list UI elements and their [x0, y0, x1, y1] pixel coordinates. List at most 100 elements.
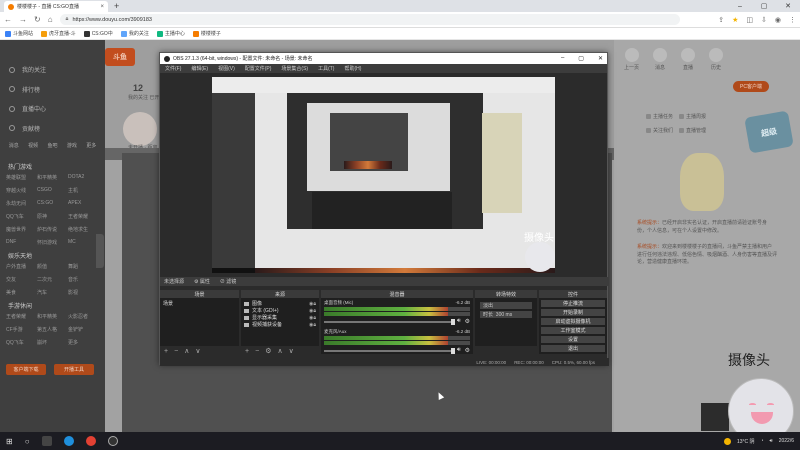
extensions-icon[interactable]: ◫	[746, 16, 753, 24]
shortcut-item[interactable]: 鱼吧	[47, 142, 57, 149]
category-item[interactable]: 和平精英	[37, 174, 68, 181]
douyu-logo[interactable]: 斗鱼	[105, 48, 135, 66]
exit-button[interactable]: 退出	[541, 345, 605, 352]
start-recording-button[interactable]: 开始录制	[541, 309, 605, 316]
virtual-camera-button[interactable]: 启动虚拟摄像机	[541, 318, 605, 325]
sidebar-item-contrib[interactable]: 贡献榜	[0, 119, 105, 139]
browser-tab[interactable]: 楼楼楼子 - 直播 CS:GO直播 ×	[4, 1, 108, 12]
category-item[interactable]: CF手游	[6, 326, 37, 333]
volume-slider[interactable]: 🔊︎ ⚙	[324, 347, 470, 354]
bookmark-star-icon[interactable]: ★	[732, 16, 738, 24]
url-field[interactable]: 🔒︎ https://www.douyu.com/3909183	[59, 14, 680, 25]
forward-icon[interactable]: →	[19, 15, 27, 24]
category-item[interactable]: APEX	[68, 200, 99, 207]
stop-streaming-button[interactable]: 停止推流	[541, 300, 605, 307]
chip[interactable]: 主播任务	[646, 113, 673, 120]
source-item[interactable]: 视频捕获设备 ◉🔒︎	[244, 321, 316, 328]
menu-help[interactable]: 帮助(H)	[344, 65, 361, 72]
shortcut-item[interactable]: 更多	[86, 142, 96, 149]
category-item[interactable]: QQ飞车	[6, 213, 37, 220]
category-item[interactable]: DNF	[6, 239, 37, 246]
download-icon[interactable]: ⇩	[761, 16, 767, 24]
shortcut-item[interactable]: 消息	[9, 142, 19, 149]
visibility-icon[interactable]: ◉🔒︎	[309, 308, 316, 314]
category-item[interactable]: 王者荣耀	[6, 313, 37, 320]
chip[interactable]: 关注我们	[646, 127, 673, 134]
maximize-button[interactable]: ▢	[752, 0, 776, 12]
category-item[interactable]: 主机	[68, 187, 99, 194]
category-item[interactable]: 更多	[68, 339, 99, 346]
category-item[interactable]: 绝地求生	[68, 226, 99, 233]
category-item[interactable]: 和平精英	[37, 313, 68, 320]
category-item[interactable]: 户外直播	[6, 263, 37, 270]
category-item[interactable]: 第五人格	[37, 326, 68, 333]
move-up-icon[interactable]: ∧	[277, 347, 282, 355]
settings-button[interactable]: 设置	[541, 336, 605, 343]
source-item[interactable]: 显示器采集 ◉🔒︎	[244, 314, 316, 321]
home-icon[interactable]: ⌂	[48, 15, 53, 24]
chip[interactable]: 直播管理	[679, 127, 706, 134]
taskview-icon[interactable]	[41, 436, 52, 446]
obs-close-button[interactable]: ✕	[598, 55, 603, 62]
category-item[interactable]: 炉石传说	[37, 226, 68, 233]
menu-file[interactable]: 文件(F)	[165, 65, 181, 72]
move-up-icon[interactable]: ∧	[184, 347, 189, 355]
sidebar-collapse-handle[interactable]	[96, 234, 104, 268]
properties-button[interactable]: ⚙ 属性	[194, 278, 210, 285]
back-icon[interactable]: ←	[4, 15, 12, 24]
category-item[interactable]: 永劫无间	[6, 200, 37, 207]
category-item[interactable]: QQ飞车	[6, 339, 37, 346]
visibility-icon[interactable]: ◉🔒︎	[309, 322, 316, 328]
share-icon[interactable]: ⇪	[718, 16, 724, 24]
category-item[interactable]: CS:GO	[37, 200, 68, 207]
gear-icon[interactable]: ⚙	[265, 347, 271, 355]
transition-select[interactable]: 淡出	[480, 302, 532, 309]
volume-icon[interactable]: 🔊︎	[770, 438, 773, 444]
studio-mode-button[interactable]: 工作室模式	[541, 327, 605, 334]
category-item[interactable]: 崩坏	[37, 339, 68, 346]
right-icon-item[interactable]: 直播	[681, 48, 696, 71]
bookmark-item[interactable]: 楼楼楼子	[192, 30, 221, 37]
category-item[interactable]: 影视	[68, 289, 99, 296]
category-item[interactable]: 汽车	[37, 289, 68, 296]
remove-icon[interactable]: −	[255, 348, 259, 355]
shortcut-item[interactable]: 游戏	[67, 142, 77, 149]
category-item[interactable]: 交友	[6, 276, 37, 283]
bookmark-item[interactable]: 主播中心	[156, 30, 185, 37]
right-icon-item[interactable]: 历史	[709, 48, 724, 71]
move-down-icon[interactable]: ∨	[289, 347, 294, 355]
category-item[interactable]: MC	[68, 239, 99, 246]
menu-view[interactable]: 视图(V)	[218, 65, 235, 72]
menu-tools[interactable]: 工具(T)	[318, 65, 334, 72]
category-item[interactable]: DOTA2	[68, 174, 99, 181]
category-item[interactable]: CSGO	[37, 187, 68, 194]
reload-icon[interactable]: ↻	[34, 15, 41, 24]
gear-icon[interactable]: ⚙	[465, 347, 470, 354]
stream-tool-button[interactable]: 开播工具	[54, 364, 94, 375]
user-thumbnail[interactable]	[701, 403, 729, 431]
source-item[interactable]: 文本 (GDI+) ◉🔒︎	[244, 307, 316, 314]
remove-icon[interactable]: −	[174, 348, 178, 355]
duration-field[interactable]: 时长 300 ms	[480, 311, 532, 318]
edge-icon[interactable]	[63, 436, 74, 446]
category-item[interactable]: 英雄联盟	[6, 174, 37, 181]
visibility-icon[interactable]: ◉🔒︎	[309, 301, 316, 307]
category-item[interactable]: 音乐	[68, 276, 99, 283]
scene-item[interactable]: 场景	[163, 300, 236, 307]
promo-badge[interactable]: 超级	[744, 110, 794, 154]
profile-icon[interactable]: ◉	[775, 16, 781, 24]
source-item[interactable]: 图像 ◉🔒︎	[244, 300, 316, 307]
new-tab-button[interactable]: +	[114, 1, 119, 11]
bookmark-item[interactable]: CS:GO中	[83, 30, 113, 37]
sidebar-item-rank[interactable]: 排行榜	[0, 80, 105, 100]
category-item[interactable]: 原神	[37, 213, 68, 220]
move-down-icon[interactable]: ∨	[195, 347, 200, 355]
filters-button[interactable]: ⊘ 滤镜	[220, 278, 236, 285]
bookmark-item[interactable]: 斗鱼网站	[5, 30, 33, 37]
category-item[interactable]: 穿越火线	[6, 187, 37, 194]
obs-minimize-button[interactable]: –	[561, 55, 564, 62]
client-download-button[interactable]: 客户端下载	[6, 364, 46, 375]
category-item[interactable]: 魔兽世界	[6, 226, 37, 233]
start-icon[interactable]: ⊞	[6, 437, 13, 446]
sidebar-item-center[interactable]: 直播中心	[0, 99, 105, 119]
